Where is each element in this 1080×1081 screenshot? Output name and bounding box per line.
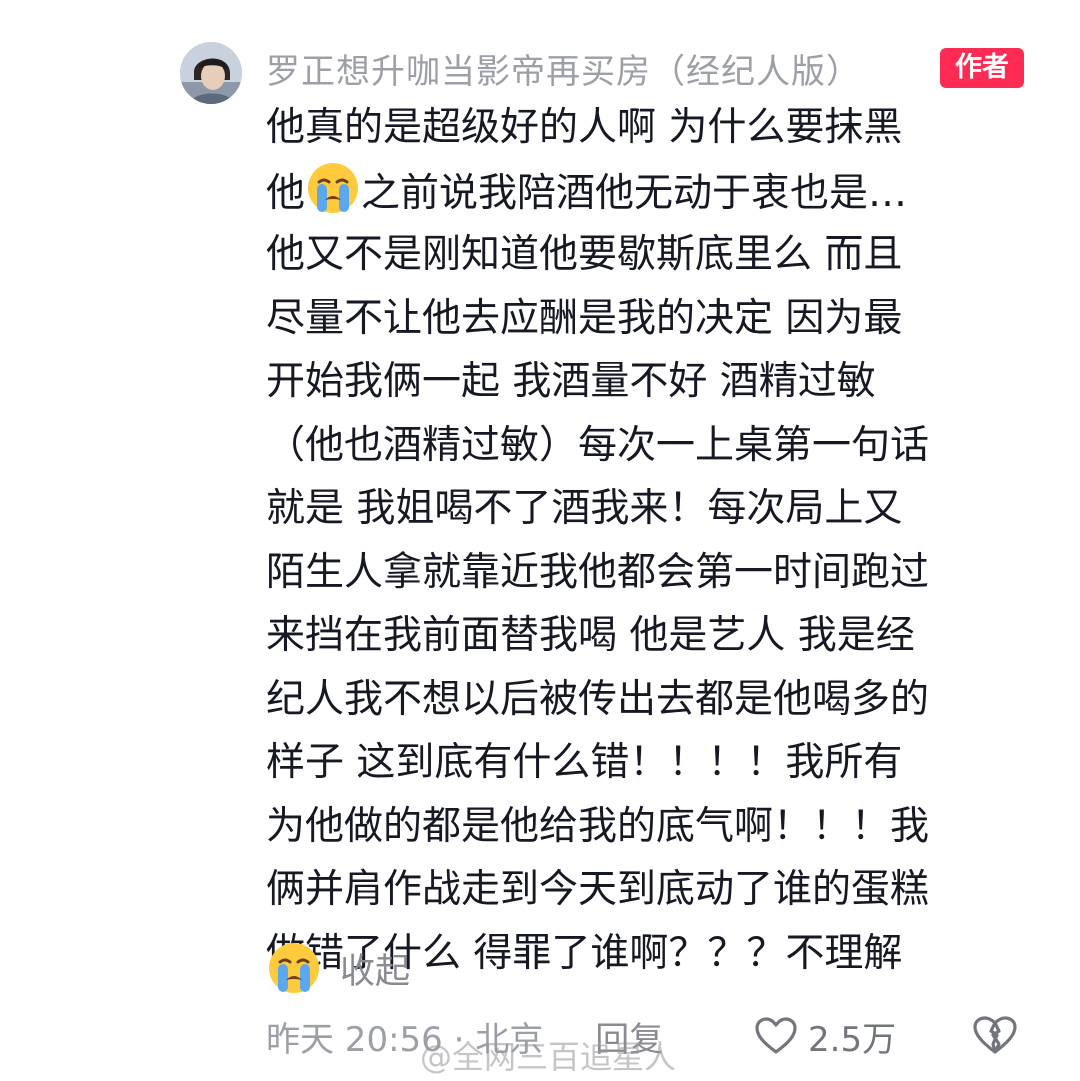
comment-line: 陌生人拿就靠近我他都会第一时间跑过 bbox=[266, 541, 1066, 605]
comment-page: 罗正想升咖当影帝再买房（经纪人版） 作者 他真的是超级好的人啊 为什么要抹黑 他… bbox=[0, 0, 1080, 1081]
comment-line: 开始我俩一起 我酒量不好 酒精过敏 bbox=[266, 350, 1066, 414]
avatar-image bbox=[180, 42, 242, 104]
comment-line-text: 俩并肩作战走到今天到底动了谁的蛋糕 bbox=[266, 867, 930, 912]
comment-line-text: 样子 这到底有什么错！！！！我所有 bbox=[266, 740, 903, 785]
comment-line-text: 之前说我陪酒他无动于衷也是… bbox=[361, 170, 908, 216]
comment-line: 尽量不让他去应酬是我的决定 因为最 bbox=[266, 287, 1066, 351]
like-button[interactable]: 2.5万 bbox=[754, 1012, 896, 1061]
like-count: 2.5万 bbox=[808, 1019, 897, 1060]
comment-line: 他真的是超级好的人啊 为什么要抹黑 bbox=[266, 96, 1066, 160]
avatar[interactable] bbox=[180, 42, 242, 104]
comment-line: 就是 我姐喝不了酒我来！每次局上又 bbox=[266, 477, 1066, 541]
comment-line: （他也酒精过敏）每次一上桌第一句话 bbox=[266, 414, 1066, 478]
author-badge: 作者 bbox=[940, 48, 1024, 88]
comment-line-text: 为他做的都是他给我的底气啊！！！我 bbox=[266, 803, 930, 849]
comment-line-text: 就是 我姐喝不了酒我来！每次局上又 bbox=[266, 486, 903, 531]
comment-line: 来挡在我前面替我喝 他是艺人 我是经 bbox=[266, 604, 1066, 668]
comment-line-text: 纪人我不想以后被传出去都是他喝多的 bbox=[266, 676, 930, 722]
comment-line: 纪人我不想以后被传出去都是他喝多的 bbox=[266, 668, 1066, 732]
comment-line-text: 开始我俩一起 我酒量不好 酒精过敏 bbox=[266, 359, 876, 404]
comment-line-text: 他 bbox=[266, 170, 306, 216]
comment-line-text: 他真的是超级好的人啊 为什么要抹黑 bbox=[266, 105, 903, 150]
loudly-crying-emoji-icon bbox=[269, 943, 319, 993]
loudly-crying-emoji-icon bbox=[308, 162, 359, 213]
comment-line-text: 陌生人拿就靠近我他都会第一时间跑过 bbox=[266, 549, 930, 595]
watermark: @全网三百追星人 bbox=[420, 1038, 677, 1076]
comment-line-text: 来挡在我前面替我喝 他是艺人 我是经 bbox=[266, 613, 915, 658]
collapse-toggle[interactable]: 收起 bbox=[266, 938, 410, 998]
comment-line: 样子 这到底有什么错！！！！我所有 bbox=[266, 731, 1066, 795]
comment-line: 他 之前说我陪酒他无动于衷也是… bbox=[266, 160, 1066, 224]
username[interactable]: 罗正想升咖当影帝再买房（经纪人版） bbox=[266, 44, 861, 93]
comment-line-text: 他又不是刚知道他要歇斯底里么 而且 bbox=[266, 232, 903, 277]
broken-heart-icon[interactable] bbox=[972, 1014, 1018, 1056]
comment-line: 他又不是刚知道他要歇斯底里么 而且 bbox=[266, 223, 1066, 287]
comment-line-text: （他也酒精过敏）每次一上桌第一句话 bbox=[266, 422, 930, 468]
comment-line: 俩并肩作战走到今天到底动了谁的蛋糕 bbox=[266, 858, 1066, 922]
collapse-button[interactable]: 收起 bbox=[340, 943, 410, 994]
comment-line-text: 尽量不让他去应酬是我的决定 因为最 bbox=[266, 295, 903, 341]
comment-line: 为他做的都是他给我的底气啊！！！我 bbox=[266, 795, 1066, 859]
heart-icon bbox=[755, 1017, 797, 1054]
comment-text: 他真的是超级好的人啊 为什么要抹黑 他 之前说我陪酒他无动于衷也是… 他又不是刚… bbox=[266, 96, 1066, 985]
